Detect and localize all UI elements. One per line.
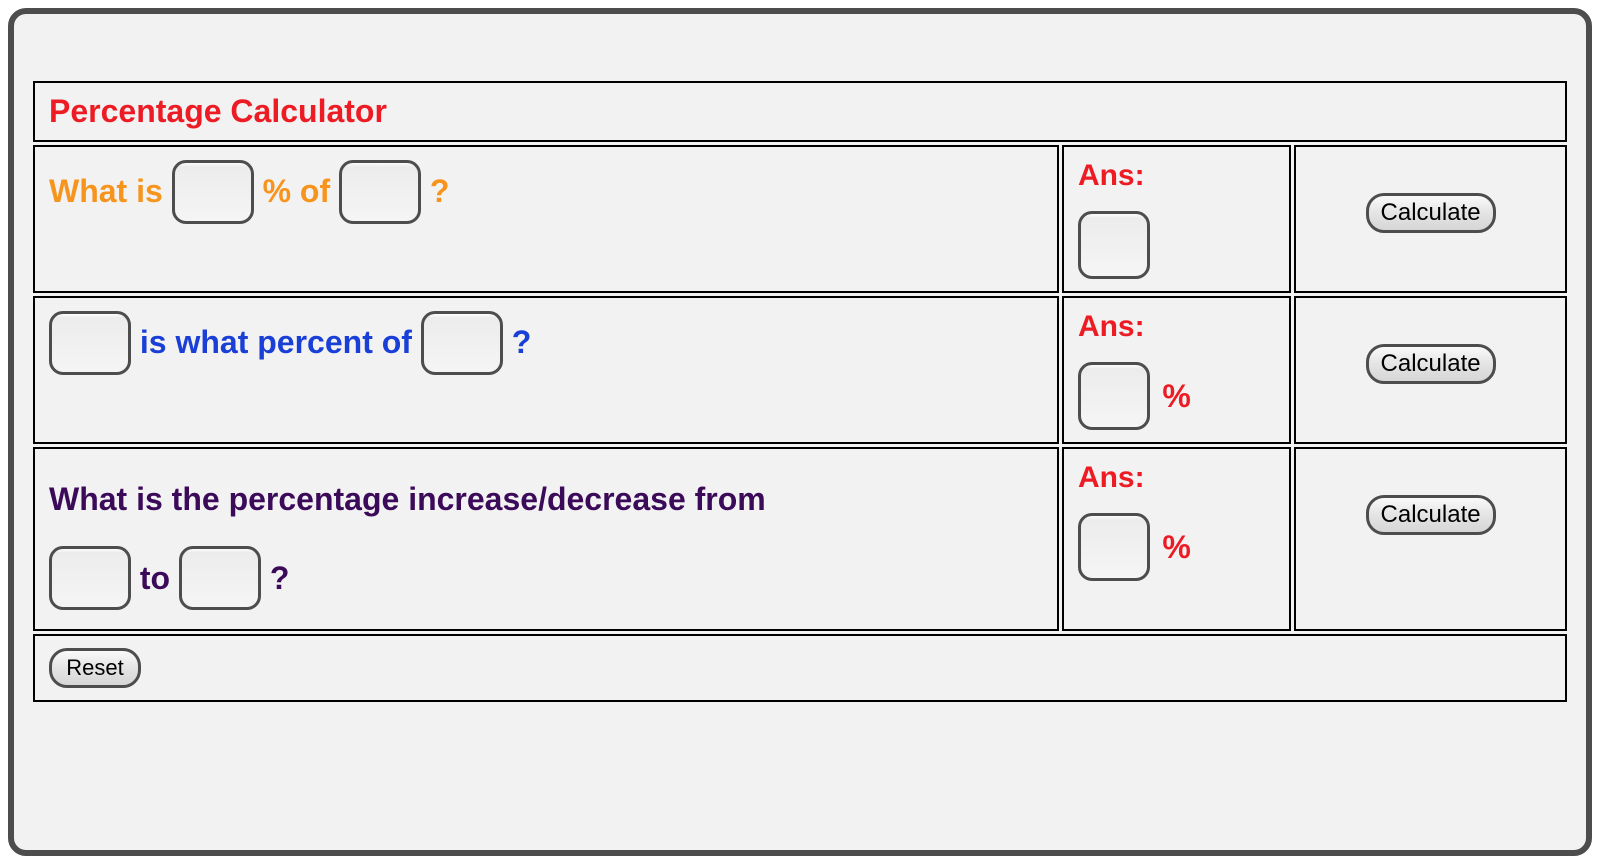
calculate-button-1[interactable]: Calculate [1366, 193, 1496, 233]
calculator-table: Percentage Calculator What is % of ? Ans… [30, 78, 1570, 705]
reset-button[interactable]: Reset [49, 648, 141, 688]
q1-input-b[interactable] [339, 160, 421, 224]
q1-suffix: ? [430, 173, 450, 209]
ans-label-1: Ans: [1078, 159, 1275, 193]
q2-input-a[interactable] [49, 311, 131, 375]
question-3-text: What is the percentage increase/decrease… [49, 461, 1043, 617]
answer-cell-1: Ans: [1062, 145, 1291, 293]
question-cell-2: is what percent of ? [33, 296, 1059, 444]
table-row: is what percent of ? Ans: % Calculate [33, 296, 1567, 444]
question-2-text: is what percent of ? [49, 310, 1043, 375]
footer-cell: Reset [33, 634, 1567, 702]
title-text: Percentage Calculator [49, 93, 387, 129]
question-cell-3: What is the percentage increase/decrease… [33, 447, 1059, 631]
table-row: Reset [33, 634, 1567, 702]
question-1-text: What is % of ? [49, 159, 1043, 224]
calculate-button-2[interactable]: Calculate [1366, 344, 1496, 384]
button-cell-3: Calculate [1294, 447, 1567, 631]
q2-mid: is what percent of [140, 324, 421, 360]
calculate-button-3[interactable]: Calculate [1366, 495, 1496, 535]
q3-input-b[interactable] [179, 546, 261, 610]
ans-output-1[interactable] [1078, 211, 1150, 279]
q3-mid: to [140, 560, 179, 596]
q2-input-b[interactable] [421, 311, 503, 375]
ans-label-3: Ans: [1078, 461, 1275, 495]
q1-prefix: What is [49, 173, 172, 209]
table-row: What is % of ? Ans: Calculate [33, 145, 1567, 293]
q3-line1: What is the percentage increase/decrease… [49, 481, 766, 517]
q3-input-a[interactable] [49, 546, 131, 610]
calculator-frame: Percentage Calculator What is % of ? Ans… [8, 8, 1592, 856]
ans-label-2: Ans: [1078, 310, 1275, 344]
q1-input-a[interactable] [172, 160, 254, 224]
q1-mid: % of [263, 173, 339, 209]
ans-output-3[interactable] [1078, 513, 1150, 581]
table-row: What is the percentage increase/decrease… [33, 447, 1567, 631]
ans-output-2[interactable] [1078, 362, 1150, 430]
button-cell-2: Calculate [1294, 296, 1567, 444]
ans-suffix-3: % [1162, 529, 1190, 565]
answer-cell-3: Ans: % [1062, 447, 1291, 631]
table-title: Percentage Calculator [33, 81, 1567, 142]
q2-suffix: ? [512, 324, 532, 360]
answer-cell-2: Ans: % [1062, 296, 1291, 444]
question-cell-1: What is % of ? [33, 145, 1059, 293]
ans-suffix-2: % [1162, 378, 1190, 414]
button-cell-1: Calculate [1294, 145, 1567, 293]
q3-suffix: ? [270, 560, 290, 596]
